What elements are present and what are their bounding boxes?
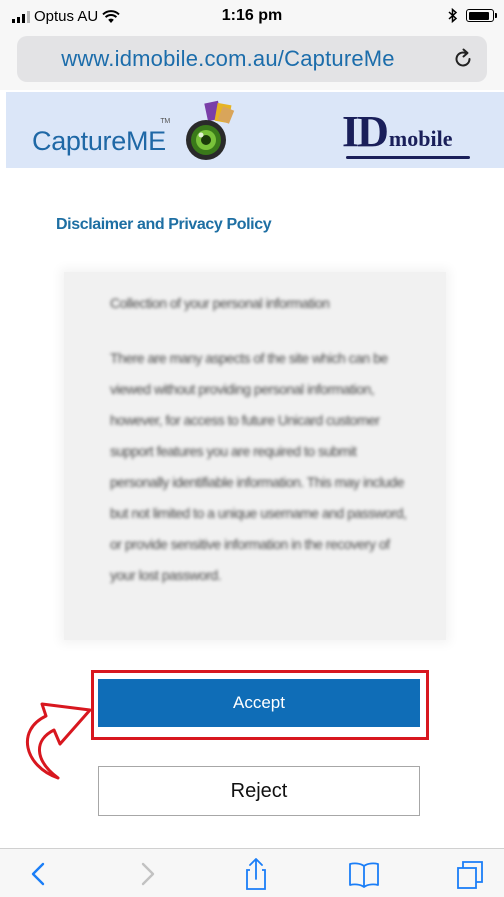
url-text[interactable]: www.idmobile.com.au/CaptureMe [17,46,439,72]
back-icon[interactable] [18,857,58,891]
policy-text-box: Collection of your personal information … [64,272,446,640]
curved-arrow-icon [26,702,92,780]
status-time: 1:16 pm [221,7,283,24]
forward-icon[interactable] [128,857,168,891]
share-icon[interactable] [236,857,276,891]
idmobile-logo-big: ID [342,107,389,156]
bluetooth-icon [448,8,458,23]
browser-address-area: www.idmobile.com.au/CaptureMe [0,32,504,90]
camera-lens-icon [186,100,235,160]
idmobile-logo-swoosh [346,156,470,159]
battery-icon [466,9,497,22]
bookmarks-icon[interactable] [344,857,384,891]
policy-paragraph: There are many aspects of the site which… [110,350,407,583]
address-bar[interactable]: www.idmobile.com.au/CaptureMe [17,36,487,82]
idmobile-logo-small: mobile [388,126,453,151]
idmobile-logo: IDmobile [342,106,470,159]
trademark-mark: TM [160,118,170,125]
accept-button[interactable]: Accept [98,679,420,727]
captureme-logo-text: CaptureME [32,126,166,156]
site-header: CaptureME TM IDmobile [6,92,504,168]
status-right [448,8,497,23]
captureme-logo: CaptureME TM [32,118,170,157]
reload-icon[interactable] [451,47,475,71]
policy-heading: Disclaimer and Privacy Policy [56,216,272,233]
reject-button[interactable]: Reject [98,766,420,816]
status-bar: Optus AU 1:16 pm [0,0,504,32]
tabs-icon[interactable] [450,857,490,891]
policy-text: Collection of your personal information … [110,288,410,615]
policy-paragraph: Collection of your personal information [110,295,330,311]
browser-toolbar [0,848,504,897]
